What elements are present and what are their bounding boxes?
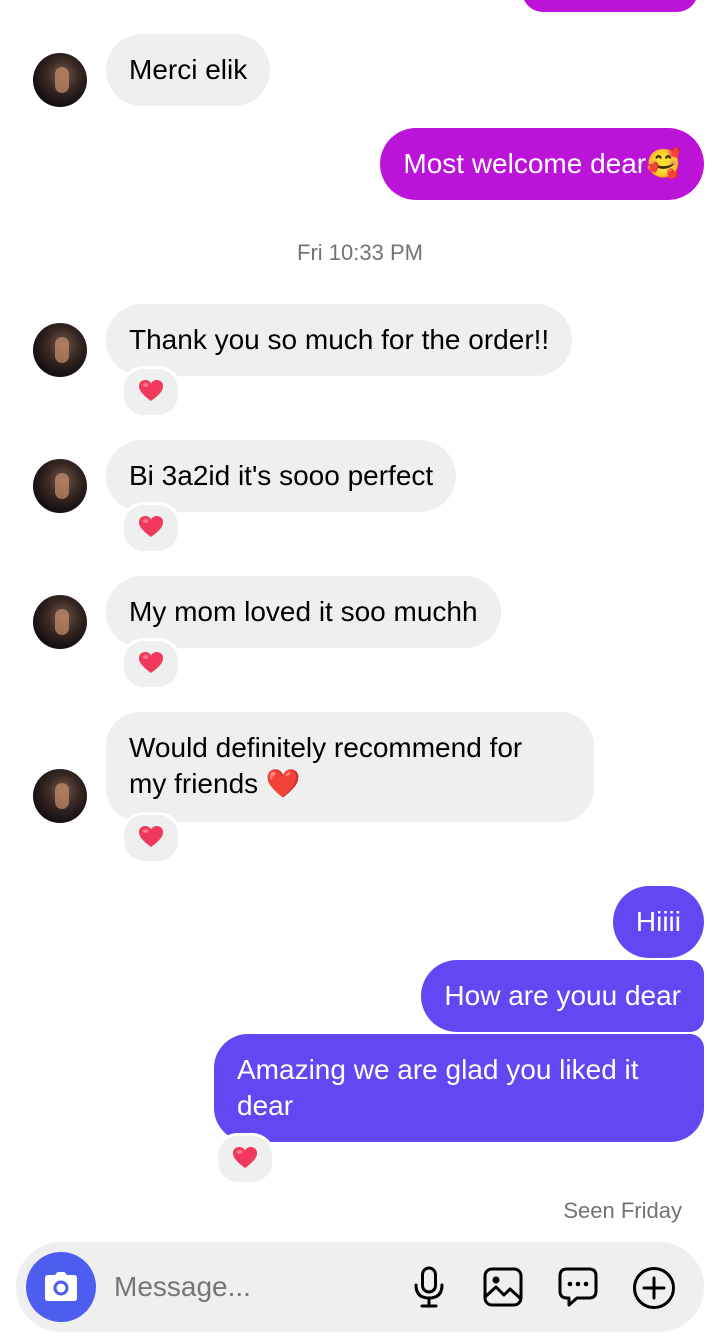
message-text: How are youu dear	[444, 980, 681, 1011]
message-text: Most welcome dear🥰	[403, 148, 681, 179]
gallery-button[interactable]	[482, 1266, 524, 1308]
sticker-button[interactable]	[557, 1266, 599, 1308]
seen-status: Seen Friday	[563, 1198, 682, 1223]
message-text: my friends ❤️	[129, 768, 301, 799]
heart-icon	[233, 1147, 257, 1168]
camera-icon	[45, 1272, 77, 1301]
microphone-button[interactable]	[408, 1266, 450, 1308]
sender-avatar[interactable]	[33, 769, 87, 823]
message-bubble[interactable]: Would definitely recommend for my friend…	[106, 712, 594, 822]
sender-avatar[interactable]	[33, 53, 87, 107]
reaction-badge[interactable]	[121, 812, 181, 864]
sender-avatar[interactable]	[33, 595, 87, 649]
microphone-icon	[414, 1266, 444, 1308]
timestamp: Fri 10:33 PM	[297, 240, 423, 265]
reaction-badge[interactable]	[121, 502, 181, 554]
sticker-icon	[558, 1267, 598, 1307]
previous-message-bubble[interactable]	[522, 0, 698, 12]
message-text: Thank you so much for the order!!	[129, 324, 550, 355]
message-bubble[interactable]: My mom loved it soo muchh	[106, 576, 501, 648]
message-text: Merci elik	[129, 54, 248, 85]
message-bubble[interactable]: How are youu dear	[421, 960, 704, 1032]
message-text: Hiiii	[635, 906, 681, 937]
sender-avatar[interactable]	[33, 459, 87, 513]
heart-icon	[139, 652, 163, 673]
add-button[interactable]	[632, 1266, 675, 1309]
message-input[interactable]	[112, 1264, 396, 1310]
reaction-badge[interactable]	[121, 638, 181, 690]
reaction-badge[interactable]	[215, 1133, 275, 1185]
sender-avatar[interactable]	[33, 323, 87, 377]
message-text: Bi 3a2id it's sooo perfect	[129, 460, 434, 491]
message-bubble[interactable]: Merci elik	[106, 34, 271, 106]
heart-icon	[139, 380, 163, 401]
add-icon	[633, 1267, 675, 1309]
message-bubble[interactable]: Most welcome dear🥰	[380, 128, 704, 200]
heart-icon	[139, 826, 163, 847]
message-text: dear	[237, 1090, 294, 1121]
heart-icon	[139, 516, 163, 537]
message-bubble[interactable]: Amazing we are glad you liked it dear	[214, 1034, 704, 1142]
message-composer	[16, 1242, 704, 1332]
message-text: Would definitely recommend for	[129, 732, 523, 763]
message-bubble[interactable]: Thank you so much for the order!!	[106, 304, 573, 376]
camera-button[interactable]	[26, 1252, 96, 1322]
image-icon	[483, 1267, 523, 1307]
message-text: Amazing we are glad you liked it	[237, 1054, 639, 1085]
message-text: My mom loved it soo muchh	[129, 596, 478, 627]
reaction-badge[interactable]	[121, 366, 181, 418]
message-bubble[interactable]: Hiiii	[612, 886, 704, 958]
